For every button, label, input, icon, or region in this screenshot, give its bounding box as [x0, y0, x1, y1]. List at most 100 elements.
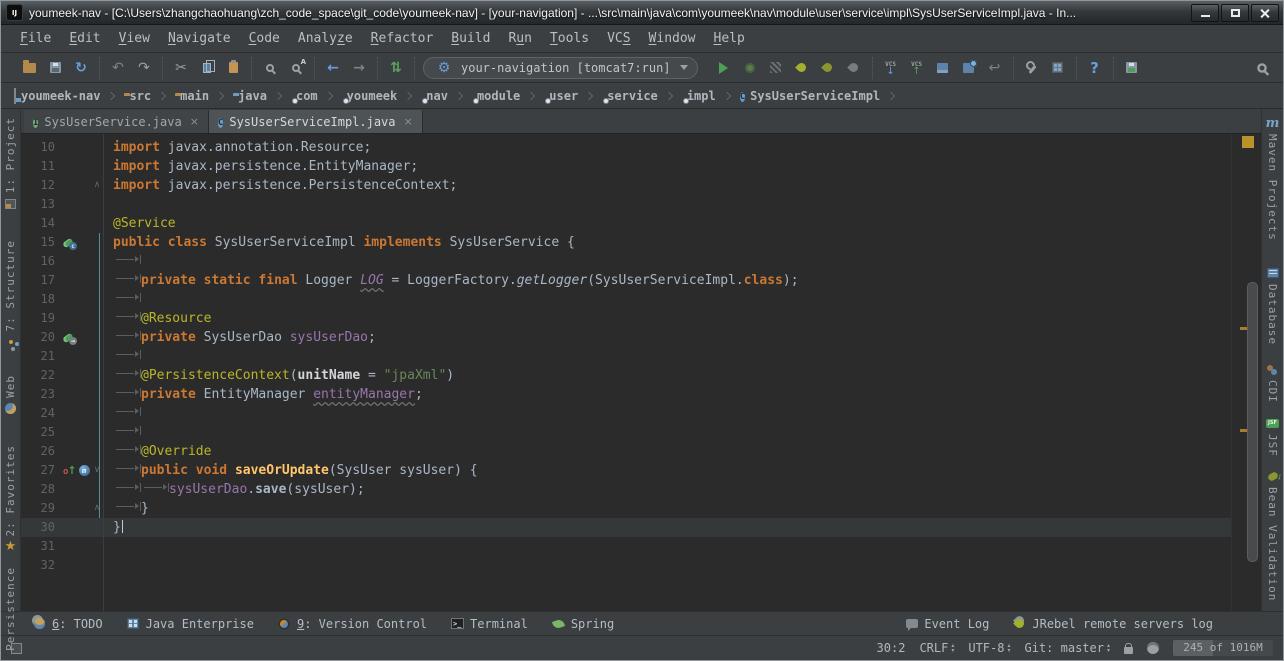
memory-indicator[interactable]: 245 of 1016M	[1173, 640, 1273, 656]
code-line[interactable]: 23private EntityManager entityManager;	[21, 385, 1231, 404]
menu-item-view[interactable]: View	[110, 28, 159, 49]
line-number[interactable]: 21	[21, 347, 61, 366]
run-icon[interactable]	[713, 57, 735, 79]
encoding-selector[interactable]: UTF-8▴▾	[968, 641, 1010, 655]
code-text[interactable]: }	[103, 518, 1231, 537]
line-number[interactable]: 27	[21, 461, 61, 480]
override-gutter-icon[interactable]: o↑	[63, 461, 77, 480]
breadcrumb-item-nav[interactable]: nav	[418, 87, 451, 105]
sidebar-item-beanvalidation[interactable]: Bean Validation	[1266, 470, 1279, 601]
help-icon[interactable]: ?	[1084, 57, 1106, 79]
code-line[interactable]: 22 @PersistenceContext(unitName = "jpaXml…	[21, 366, 1231, 385]
menu-item-vcs[interactable]: VCS	[598, 28, 639, 49]
maximize-button[interactable]	[1221, 4, 1249, 22]
menu-item-edit[interactable]: Edit	[60, 28, 109, 49]
code-text[interactable]: import javax.annotation.Resource;	[103, 138, 1231, 157]
file-warning-marker[interactable]	[1242, 136, 1254, 148]
line-number[interactable]: 12	[21, 176, 61, 195]
coverage-icon[interactable]	[765, 57, 787, 79]
code-text[interactable]: @Override	[103, 442, 1231, 461]
code-text[interactable]	[103, 195, 1231, 214]
tool-window-button-jrebelremoteserverslog[interactable]: JRebel remote servers log	[1013, 617, 1213, 631]
jrebel-debug-icon[interactable]	[817, 57, 839, 79]
close-icon[interactable]: ×	[190, 115, 199, 128]
code-text[interactable]: public void saveOrUpdate(SysUser sysUser…	[103, 461, 1231, 480]
sidebar-item-structure[interactable]: 7: Structure	[4, 240, 17, 348]
code-line[interactable]: 17private static final Logger LOG = Logg…	[21, 271, 1231, 290]
paste-icon[interactable]	[222, 57, 244, 79]
code-text[interactable]	[103, 404, 1231, 423]
code-text[interactable]	[103, 556, 1231, 575]
hector-inspector-icon[interactable]	[1147, 642, 1159, 654]
code-line[interactable]: 12 ∧import javax.persistence.PersistenceC…	[21, 176, 1231, 195]
run-configuration-combo[interactable]: ⚙your-navigation [tomcat7:run]	[423, 57, 698, 79]
fold-marker[interactable]: ∧	[91, 176, 103, 195]
tool-window-button-javaenterprise[interactable]: Java Enterprise	[127, 617, 254, 631]
line-number[interactable]: 15	[21, 233, 61, 252]
sidebar-item-jsf[interactable]: JSFJSF	[1266, 417, 1279, 457]
breadcrumb-item-user[interactable]: user	[541, 87, 581, 105]
code-text[interactable]	[103, 252, 1231, 271]
line-number[interactable]: 18	[21, 290, 61, 309]
breadcrumb-item-youmeek[interactable]: youmeek	[339, 87, 401, 105]
close-button[interactable]	[1251, 4, 1279, 22]
project-structure-icon[interactable]	[1047, 57, 1069, 79]
rollback-icon[interactable]: ↩	[984, 57, 1006, 79]
menu-item-tools[interactable]: Tools	[541, 28, 598, 49]
undo-icon[interactable]: ↶	[107, 57, 129, 79]
code-editor[interactable]: 10 import javax.annotation.Resource; 11 imp…	[21, 134, 1231, 611]
code-line[interactable]: 31	[21, 537, 1231, 556]
scrollbar-thumb[interactable]	[1247, 282, 1258, 562]
code-line[interactable]: 28sysUserDao.save(sysUser);	[21, 480, 1231, 499]
vcs-commit-icon[interactable]: VCS↑	[906, 57, 928, 79]
sidebar-item-mavenprojects[interactable]: mMaven Projects	[1266, 117, 1279, 241]
tool-window-button-spring[interactable]: Spring	[552, 617, 614, 631]
sidebar-item-project[interactable]: 1: Project	[4, 117, 17, 210]
line-number[interactable]: 30	[21, 518, 61, 537]
replace-icon[interactable]: A	[285, 57, 307, 79]
line-number[interactable]: 29	[21, 499, 61, 518]
menu-item-help[interactable]: Help	[705, 28, 754, 49]
compare-icon[interactable]: ⇅	[385, 57, 407, 79]
breadcrumb-item-service[interactable]: service	[599, 87, 661, 105]
code-line[interactable]: 32	[21, 556, 1231, 575]
line-number[interactable]: 11	[21, 157, 61, 176]
menu-item-code[interactable]: Code	[240, 28, 289, 49]
line-number[interactable]: 14	[21, 214, 61, 233]
code-line[interactable]: 30}	[21, 518, 1231, 537]
code-text[interactable]: @PersistenceContext(unitName = "jpaXml")	[103, 366, 1231, 385]
code-text[interactable]: import javax.persistence.PersistenceCont…	[103, 176, 1231, 195]
profile-icon[interactable]	[843, 57, 865, 79]
bean-arrow-gutter-icon[interactable]: →	[63, 328, 73, 347]
back-icon[interactable]: ←	[322, 57, 344, 79]
save-icon[interactable]	[44, 57, 66, 79]
sidebar-item-persistence[interactable]: Persistence	[4, 567, 17, 661]
line-number[interactable]: 22	[21, 366, 61, 385]
sidebar-item-web[interactable]: Web	[4, 375, 17, 415]
code-line[interactable]: 24	[21, 404, 1231, 423]
editor-tab-sysuserservice.java[interactable]: ISysUserService.java×	[24, 110, 209, 133]
line-number[interactable]: 10	[21, 138, 61, 157]
sidebar-item-database[interactable]: Database	[1266, 267, 1279, 345]
breadcrumb-item-module[interactable]: module	[469, 87, 523, 105]
line-number[interactable]: 32	[21, 556, 61, 575]
breadcrumb-item-java[interactable]: java	[230, 87, 270, 105]
code-text[interactable]: @Resource	[103, 309, 1231, 328]
caret-position[interactable]: 30:2	[877, 641, 906, 655]
code-line[interactable]: 20→private SysUserDao sysUserDao;	[21, 328, 1231, 347]
settings-icon[interactable]	[1021, 57, 1043, 79]
line-separator-selector[interactable]: CRLF▴▾	[919, 641, 954, 655]
breadcrumb-item-main[interactable]: main	[172, 87, 212, 105]
breadcrumb-item-sysuserserviceimpl[interactable]: CSysUserServiceImpl	[737, 86, 883, 106]
line-number[interactable]: 20	[21, 328, 61, 347]
forward-icon[interactable]: →	[348, 57, 370, 79]
search-icon[interactable]	[1251, 57, 1273, 79]
fold-marker[interactable]: ∧	[91, 499, 103, 518]
vcs-update-icon[interactable]: VCS↓	[880, 57, 902, 79]
code-line[interactable]: 14@Service	[21, 214, 1231, 233]
tool-window-button-todo[interactable]: 6: TODO	[33, 617, 103, 631]
line-number[interactable]: 17	[21, 271, 61, 290]
cut-icon[interactable]: ✂	[170, 57, 192, 79]
breadcrumb-item-youmeek-nav[interactable]: youmeek-nav	[11, 87, 103, 105]
code-line[interactable]: 16	[21, 252, 1231, 271]
